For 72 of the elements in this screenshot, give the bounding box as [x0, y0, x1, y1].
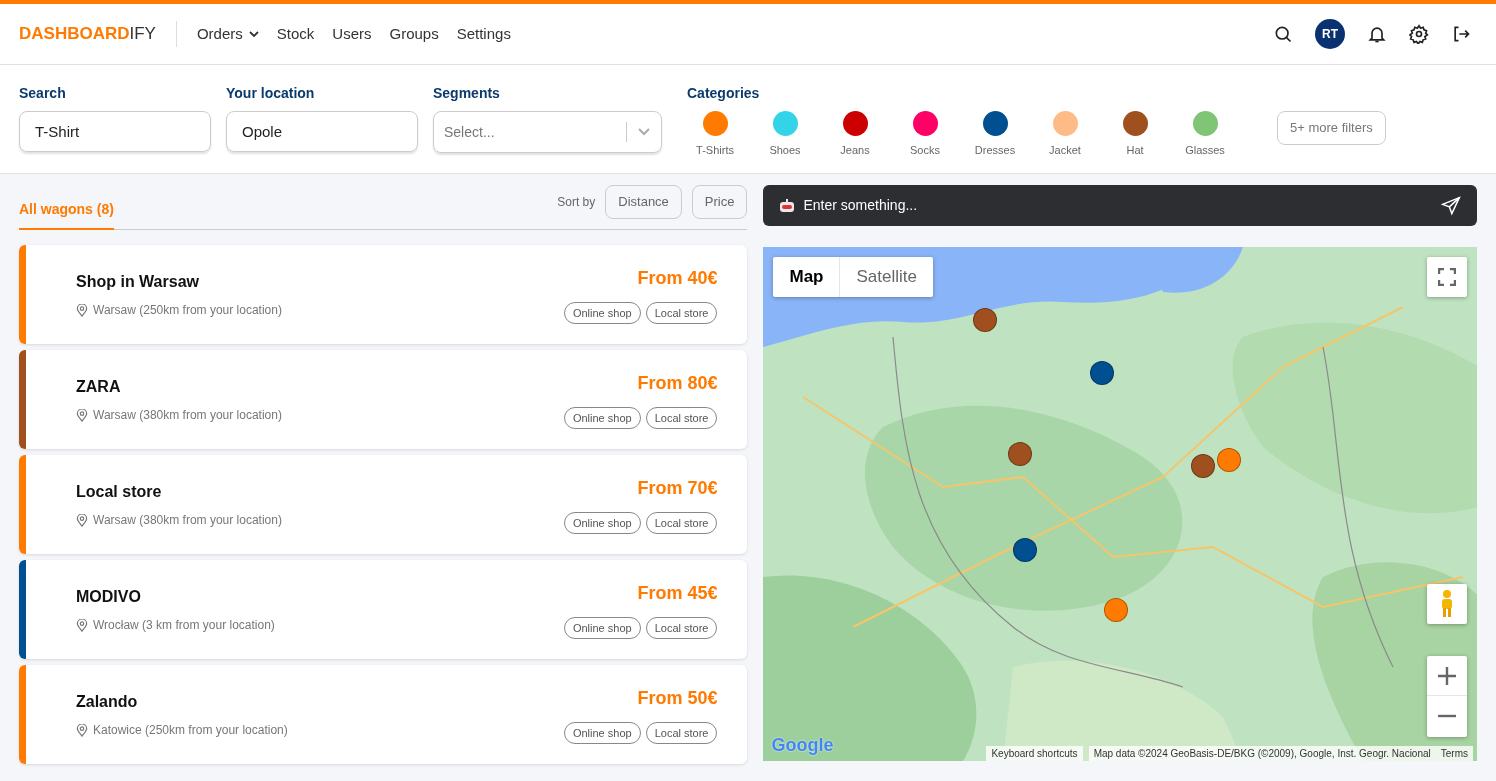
- category-label: Hat: [1126, 143, 1144, 158]
- minus-icon: [1438, 714, 1456, 718]
- segments-select[interactable]: Select...: [433, 111, 662, 153]
- card-price: From 45€: [637, 582, 718, 605]
- card-price: From 40€: [637, 267, 718, 290]
- fullscreen-button[interactable]: [1427, 257, 1467, 297]
- category-label: Jacket: [1049, 143, 1081, 158]
- terms-link[interactable]: Terms: [1435, 746, 1473, 761]
- card-location: Warsaw (250km from your location): [93, 302, 282, 319]
- field-label: Your location: [226, 84, 316, 103]
- field-label: Segments: [433, 84, 501, 103]
- location-field[interactable]: Opole: [226, 111, 418, 152]
- field-label: Search: [19, 84, 67, 103]
- search-icon[interactable]: [1273, 24, 1293, 44]
- sort-button[interactable]: Price: [691, 185, 748, 219]
- settings-icon[interactable]: [1409, 24, 1429, 44]
- sort-button[interactable]: Distance: [605, 185, 682, 219]
- select-placeholder: Select...: [444, 122, 496, 142]
- store-card[interactable]: Zalando Katowice (250km from your location) From 50€ Online shop Local store: [19, 665, 748, 764]
- person-icon: [1439, 590, 1455, 618]
- fullscreen-icon: [1438, 268, 1456, 286]
- sort-label: Sort by: [557, 194, 596, 211]
- logout-icon[interactable]: [1451, 24, 1471, 44]
- card-title: ZARA: [76, 377, 122, 397]
- keyboard-shortcuts-link[interactable]: Keyboard shortcuts: [986, 746, 1083, 761]
- category-label: Shoes: [769, 143, 801, 158]
- location-pin-icon: [76, 408, 88, 422]
- card-title: MODIVO: [76, 587, 142, 607]
- card-price: From 50€: [637, 687, 718, 710]
- nav-link[interactable]: Settings: [456, 22, 511, 46]
- chevron-down-icon: [638, 128, 650, 136]
- store-card[interactable]: ZARA Warsaw (380km from your location) From 80€ Online shop Local store: [19, 350, 748, 449]
- input-placeholder: Enter something...: [803, 196, 919, 215]
- store-card[interactable]: Shop in Warsaw Warsaw (250km from your location) From 40€ Online shop Local store: [19, 245, 748, 344]
- card-price: From 70€: [637, 477, 718, 500]
- location-pin-icon: [76, 723, 88, 737]
- card-location: Wrocław (3 km from your location): [93, 617, 275, 634]
- store-card[interactable]: Local store Warsaw (380km from your location) From 70€ Online shop Local store: [19, 455, 748, 554]
- card-location: Katowice (250km from your location): [93, 722, 288, 739]
- category-label: Jeans: [840, 143, 870, 158]
- card-price: From 80€: [637, 372, 718, 395]
- search-field[interactable]: T-Shirt: [19, 111, 211, 152]
- map-type-tab[interactable]: Map: [773, 257, 840, 297]
- nav-link[interactable]: Groups: [389, 22, 439, 46]
- card-location: Warsaw (380km from your location): [93, 407, 282, 424]
- nav-link[interactable]: Users: [332, 22, 372, 46]
- google-logo: Google: [771, 734, 834, 757]
- category-label: Glasses: [1185, 143, 1225, 158]
- robot-icon: [779, 198, 796, 213]
- location-pin-icon: [76, 513, 88, 527]
- location-pin-icon: [76, 303, 88, 317]
- send-icon[interactable]: [1441, 195, 1461, 216]
- card-title: Local store: [76, 482, 163, 502]
- card-location: Warsaw (380km from your location): [93, 512, 282, 529]
- category-label: T-Shirts: [696, 143, 734, 158]
- categories-label: Categories: [687, 84, 761, 103]
- map-attribution: Map data ©2024 GeoBasis-DE/BKG (©2009), Google, Inst. Geogr. Nacional: [1088, 746, 1436, 761]
- category-label: Dresses: [974, 143, 1016, 158]
- store-card[interactable]: MODIVO Wrocław (3 km from your location) From 45€ Online shop Local store: [19, 560, 748, 659]
- map-type-tab[interactable]: Satellite: [839, 257, 933, 297]
- more-filters-button[interactable]: 5+ more filters: [1277, 111, 1386, 145]
- card-title: Zalando: [76, 692, 139, 712]
- assistant-input[interactable]: Enter something...: [763, 185, 1477, 226]
- bell-icon[interactable]: [1367, 24, 1387, 44]
- logo[interactable]: DASHBOARDIFY: [19, 21, 177, 47]
- nav-link[interactable]: Orders: [196, 22, 259, 46]
- nav-link[interactable]: Stock: [276, 22, 315, 46]
- avatar[interactable]: RT: [1315, 19, 1345, 49]
- plus-icon: [1438, 666, 1456, 685]
- category-label: Socks: [910, 143, 940, 158]
- card-title: Shop in Warsaw: [76, 272, 200, 292]
- location-pin-icon: [76, 618, 88, 632]
